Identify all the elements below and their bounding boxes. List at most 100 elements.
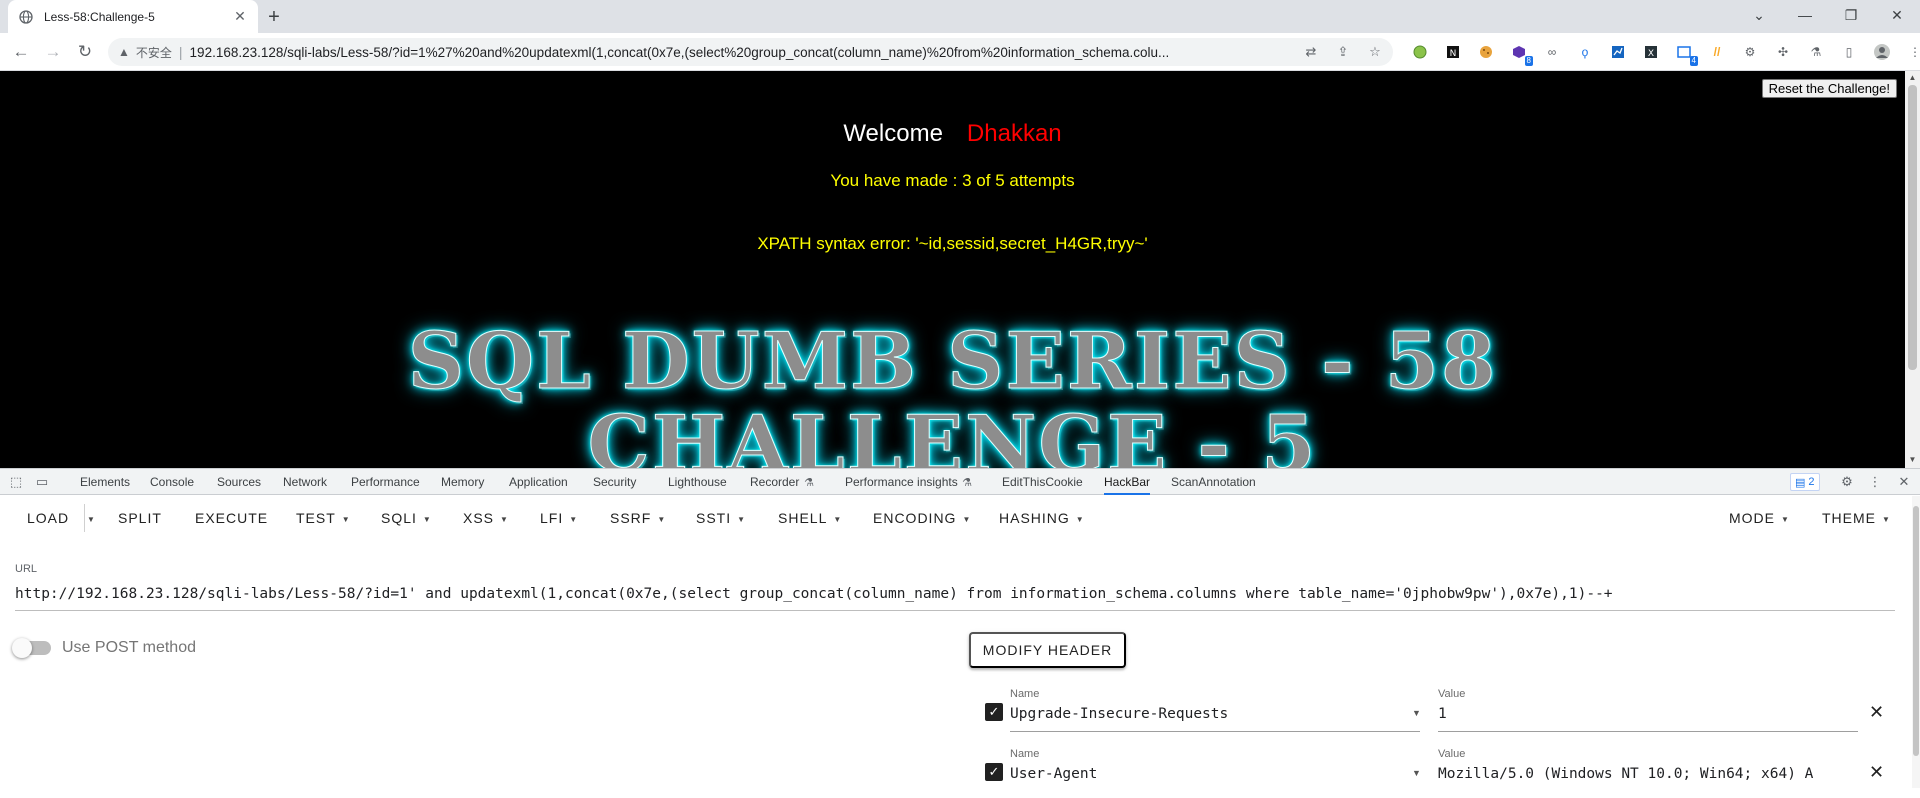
reset-challenge-button[interactable]: Reset the Challenge!: [1761, 79, 1897, 98]
minimize-icon[interactable]: —: [1782, 0, 1828, 30]
chevron-down-icon: ▼: [500, 514, 509, 524]
back-icon[interactable]: ←: [9, 40, 33, 64]
sqli-menu-label: SQLI: [381, 510, 417, 526]
tab-console[interactable]: Console: [150, 469, 194, 495]
close-tab-icon[interactable]: ✕: [232, 8, 248, 25]
close-window-icon[interactable]: ✕: [1874, 0, 1920, 30]
chevron-down-icon[interactable]: ▼: [1412, 768, 1421, 778]
more-menu-icon[interactable]: ⋮: [1903, 40, 1920, 64]
lfi-menu[interactable]: LFI ▼: [540, 510, 578, 526]
header-name-input[interactable]: Upgrade-Insecure-Requests: [1010, 706, 1228, 722]
address-text[interactable]: 192.168.23.128/sqli-labs/Less-58/?id=1%2…: [190, 45, 1270, 60]
header-enabled-checkbox[interactable]: ✓: [985, 763, 1003, 781]
restore-icon[interactable]: ❐: [1828, 0, 1874, 30]
header-enabled-checkbox[interactable]: ✓: [985, 703, 1003, 721]
remove-header-icon[interactable]: ✕: [1869, 702, 1884, 723]
issues-badge[interactable]: ▤ 2: [1790, 473, 1820, 491]
share-icon[interactable]: ⇪: [1333, 42, 1353, 62]
hackbar-scrollbar-thumb[interactable]: [1913, 506, 1919, 756]
insecure-label[interactable]: 不安全: [136, 44, 172, 61]
scroll-up-icon[interactable]: ▲: [1908, 73, 1917, 83]
load-dropdown-caret-icon[interactable]: ▼: [87, 510, 96, 526]
post-method-toggle[interactable]: [12, 638, 51, 658]
cookie-extension-icon[interactable]: [1474, 40, 1498, 64]
split-button[interactable]: SPLIT: [118, 510, 162, 526]
inspect-element-icon[interactable]: ⬚: [7, 473, 25, 491]
tab-editthiscookie[interactable]: EditThisCookie: [1002, 469, 1083, 495]
settings-gear-icon[interactable]: ⚙: [1838, 473, 1856, 491]
notion-extension-icon[interactable]: N: [1441, 40, 1465, 64]
puzzle-icon[interactable]: ✣: [1771, 40, 1795, 64]
profile-avatar-icon[interactable]: [1870, 40, 1894, 64]
url-underline: [15, 610, 1895, 611]
tab-elements[interactable]: Elements: [80, 469, 130, 495]
tab-application[interactable]: Application: [509, 469, 568, 495]
tab-lighthouse[interactable]: Lighthouse: [668, 469, 727, 495]
tab-hackbar[interactable]: HackBar: [1104, 469, 1151, 495]
execute-button[interactable]: EXECUTE: [195, 510, 268, 526]
side-panel-icon[interactable]: ▯: [1837, 40, 1861, 64]
cube-extension-icon[interactable]: 8: [1507, 40, 1533, 66]
page-scrollbar[interactable]: ▲ ▼: [1905, 71, 1920, 468]
tab-performance[interactable]: Performance: [351, 469, 420, 495]
link-extension-icon[interactable]: ∞: [1540, 40, 1564, 64]
remove-header-icon[interactable]: ✕: [1869, 762, 1884, 783]
hashing-menu[interactable]: HASHING ▼: [999, 510, 1085, 526]
test-menu[interactable]: TEST ▼: [296, 510, 351, 526]
theme-menu[interactable]: THEME ▼: [1822, 510, 1891, 526]
load-button[interactable]: LOAD: [27, 510, 69, 526]
ssrf-menu[interactable]: SSRF ▼: [610, 510, 666, 526]
x-extension-icon[interactable]: X: [1639, 40, 1663, 64]
ssrf-menu-label: SSRF: [610, 510, 652, 526]
scroll-down-icon[interactable]: ▼: [1908, 455, 1917, 465]
sqli-menu[interactable]: SQLI ▼: [381, 510, 432, 526]
encoding-menu[interactable]: ENCODING ▼: [873, 510, 971, 526]
header-value-input[interactable]: Mozilla/5.0 (Windows NT 10.0; Win64; x64…: [1438, 766, 1858, 782]
xss-menu[interactable]: XSS ▼: [463, 510, 509, 526]
translate-icon[interactable]: ⇄: [1301, 42, 1321, 62]
mode-menu[interactable]: MODE ▼: [1729, 510, 1790, 526]
browser-tab[interactable]: Less-58:Challenge-5 ✕: [8, 0, 258, 33]
device-toolbar-icon[interactable]: ▭: [33, 473, 51, 491]
gear-extension-icon[interactable]: ⚙: [1738, 40, 1762, 64]
tab-sources[interactable]: Sources: [217, 469, 261, 495]
green-circle-extension-icon[interactable]: [1408, 40, 1432, 64]
modify-header-button[interactable]: MODIFY HEADER: [969, 632, 1126, 668]
bookmark-star-icon[interactable]: ☆: [1365, 42, 1385, 62]
tab-recorder[interactable]: Recorder: [750, 469, 799, 495]
chart-extension-icon[interactable]: [1606, 40, 1630, 64]
page-scrollbar-thumb[interactable]: [1908, 85, 1917, 370]
chevron-down-icon: ▼: [1075, 514, 1085, 524]
stripes-extension-icon[interactable]: //: [1705, 40, 1729, 64]
url-input[interactable]: http://192.168.23.128/sqli-labs/Less-58/…: [15, 586, 1613, 602]
tab-performance-insights[interactable]: Performance insights: [845, 469, 958, 495]
shell-menu[interactable]: SHELL ▼: [778, 510, 842, 526]
flask-icon[interactable]: ⚗: [1804, 40, 1828, 64]
chevron-down-icon: ▼: [341, 514, 351, 524]
close-devtools-icon[interactable]: ✕: [1895, 473, 1913, 491]
tab-network[interactable]: Network: [283, 469, 327, 495]
header-name-input[interactable]: User-Agent: [1010, 766, 1097, 782]
tab-scanannotation[interactable]: ScanAnnotation: [1171, 469, 1256, 495]
address-bar[interactable]: ▲ 不安全 | 192.168.23.128/sqli-labs/Less-58…: [108, 38, 1393, 66]
hashing-menu-label: HASHING: [999, 510, 1070, 526]
warning-icon[interactable]: ▲: [118, 45, 130, 59]
header-value-input[interactable]: 1: [1438, 706, 1858, 722]
devtools-more-icon[interactable]: ⋮: [1866, 473, 1884, 491]
pin-extension-icon[interactable]: ϙ: [1573, 40, 1597, 64]
window-extension-icon[interactable]: 4: [1672, 40, 1698, 66]
new-tab-button[interactable]: +: [262, 5, 286, 29]
attempts-text: You have made : 3 of 5 attempts: [830, 171, 1075, 190]
ssti-menu[interactable]: SSTI ▼: [696, 510, 746, 526]
tab-search-icon[interactable]: ⌄: [1736, 0, 1782, 30]
tab-security[interactable]: Security: [593, 469, 636, 495]
chevron-down-icon[interactable]: ▼: [1412, 708, 1421, 718]
forward-icon[interactable]: →: [41, 40, 65, 64]
hackbar-scrollbar[interactable]: [1912, 496, 1920, 788]
tab-memory[interactable]: Memory: [441, 469, 484, 495]
mode-menu-label: MODE: [1729, 510, 1775, 526]
browser-toolbar: ← → ↻ ▲ 不安全 | 192.168.23.128/sqli-labs/L…: [0, 33, 1920, 71]
header-name-label: Name: [1010, 748, 1040, 760]
reload-icon[interactable]: ↻: [73, 40, 97, 64]
username-text: Dhakkan: [966, 120, 1062, 147]
